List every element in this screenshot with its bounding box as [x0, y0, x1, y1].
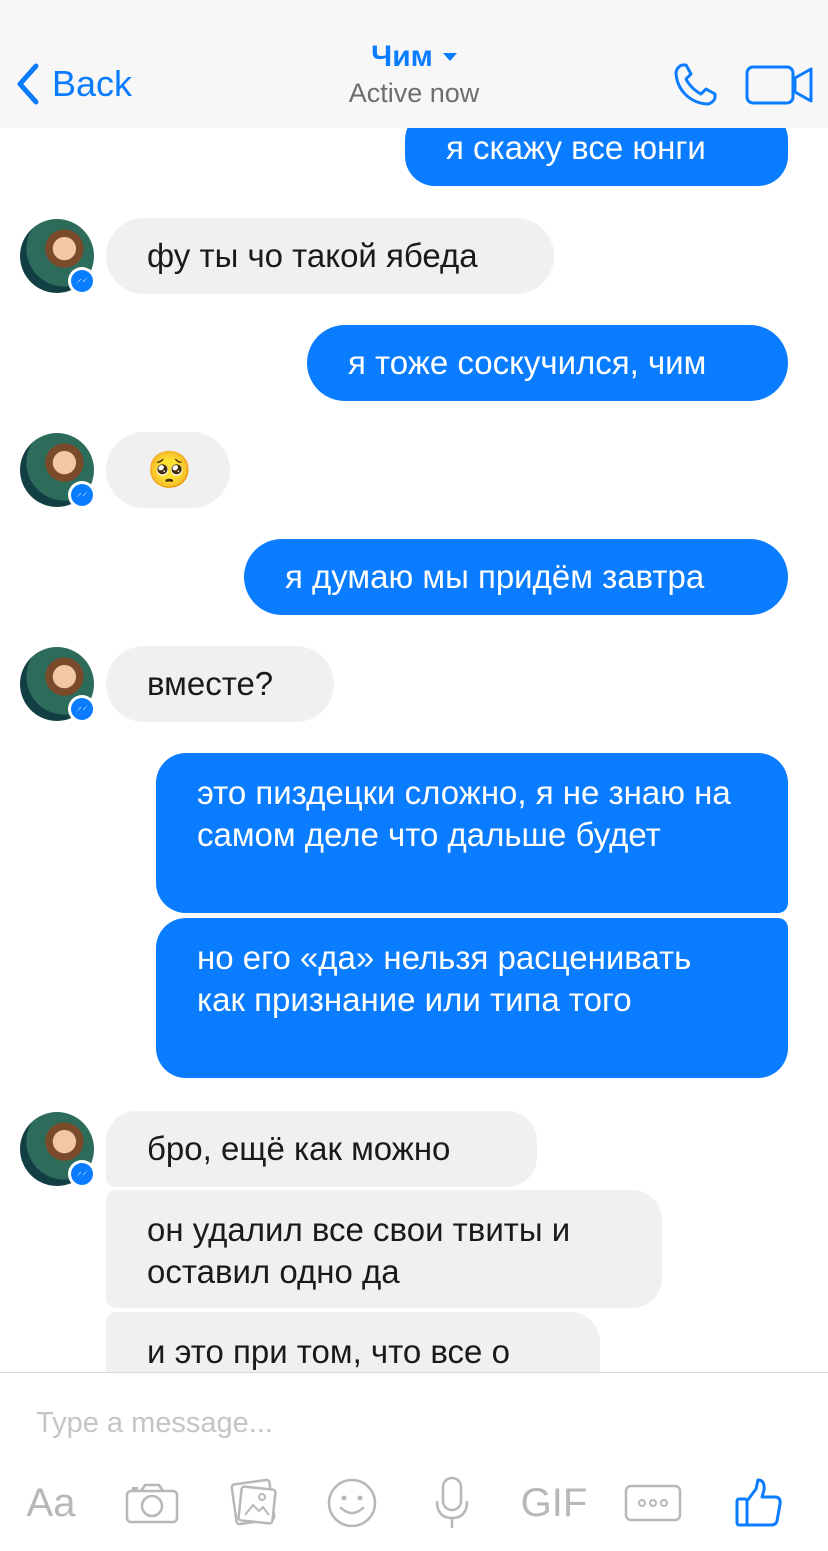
emoji-button[interactable]	[326, 1473, 378, 1533]
message-text: бро, ещё как можно	[147, 1130, 451, 1167]
contact-avatar[interactable]	[20, 647, 96, 723]
message-input[interactable]	[36, 1403, 796, 1443]
contact-avatar[interactable]	[20, 433, 96, 509]
contact-name: Чим	[371, 40, 433, 73]
emoji-icon	[327, 1478, 377, 1528]
phone-icon	[674, 63, 717, 106]
message-text: и это при том, что все о	[147, 1333, 510, 1370]
contact-avatar[interactable]	[20, 219, 96, 295]
message-text: я думаю мы придём завтра	[285, 558, 705, 595]
thumbs-up-icon	[735, 1478, 782, 1527]
messenger-badge-icon	[68, 1160, 96, 1188]
text-format-button[interactable]: Aa	[20, 1473, 82, 1533]
messenger-badge-icon	[68, 267, 96, 295]
message-incoming[interactable]: фу ты чо такой ябеда	[106, 218, 554, 294]
aa-label: Aa	[26, 1480, 76, 1525]
message-incoming[interactable]: он удалил все свои твиты и оставил одно …	[106, 1190, 662, 1308]
message-outgoing[interactable]: но его «да» нельзя расценивать как призн…	[156, 918, 788, 1078]
like-button[interactable]	[734, 1473, 784, 1533]
gif-button[interactable]: GIF	[518, 1473, 590, 1533]
gallery-icon	[230, 1478, 277, 1526]
message-text: он удалил все свои твиты и оставил одно …	[147, 1211, 571, 1290]
message-composer: Aa GIF	[0, 1372, 828, 1551]
conversation-header: Back Чим Active now	[0, 0, 828, 128]
video-call-button[interactable]	[745, 64, 815, 106]
message-text: это пиздецки сложно, я не знаю на самом …	[197, 774, 731, 853]
message-list[interactable]: я скажу все юнги фу ты чо такой ябеда я …	[0, 0, 828, 1372]
phone-call-button[interactable]	[670, 60, 720, 110]
contact-avatar[interactable]	[20, 1112, 96, 1188]
message-text: я скажу все юнги	[446, 129, 706, 166]
messenger-badge-icon	[68, 481, 96, 509]
emoji-message: 🥺	[147, 449, 192, 490]
video-camera-icon	[745, 65, 813, 105]
gallery-button[interactable]	[228, 1473, 280, 1533]
gif-label: GIF	[520, 1480, 588, 1525]
message-text: фу ты чо такой ябеда	[147, 237, 478, 274]
contact-name-button[interactable]: Чим	[371, 40, 457, 74]
message-text: но его «да» нельзя расценивать как призн…	[197, 939, 692, 1018]
message-outgoing[interactable]: это пиздецки сложно, я не знаю на самом …	[156, 753, 788, 913]
message-incoming[interactable]: и это при том, что все о	[106, 1312, 600, 1372]
messenger-badge-icon	[68, 695, 96, 723]
message-incoming[interactable]: бро, ещё как можно	[106, 1111, 537, 1187]
message-text: вместе?	[147, 665, 274, 702]
caret-down-icon	[442, 53, 457, 61]
camera-icon	[125, 1483, 179, 1524]
message-incoming[interactable]: вместе?	[106, 646, 334, 722]
message-outgoing[interactable]: я тоже соскучился, чим	[307, 325, 788, 401]
message-incoming[interactable]: 🥺	[106, 432, 230, 508]
more-icon	[624, 1484, 682, 1522]
camera-button[interactable]	[124, 1473, 180, 1533]
voice-record-button[interactable]	[434, 1473, 470, 1533]
more-options-button[interactable]	[624, 1473, 682, 1533]
message-text: я тоже соскучился, чим	[348, 344, 707, 381]
message-outgoing[interactable]: я думаю мы придём завтра	[244, 539, 788, 615]
microphone-icon	[435, 1476, 469, 1528]
